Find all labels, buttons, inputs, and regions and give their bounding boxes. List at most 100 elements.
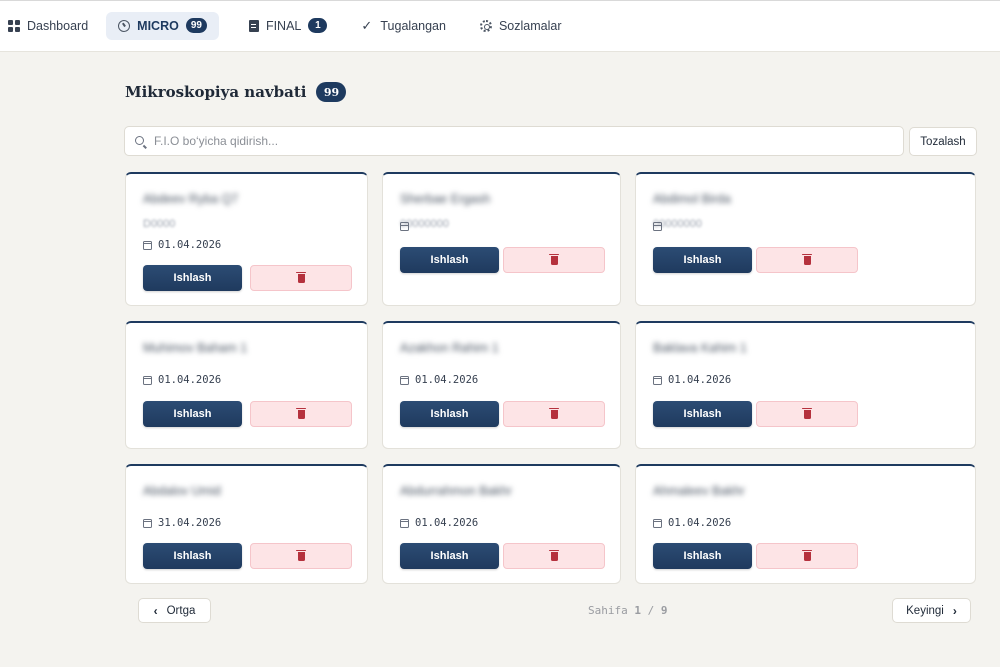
page-title: Mikroskopiya navbati 99 (125, 82, 347, 102)
patient-card: Baklava Kahim 1 01.04.2026 Ishlash (635, 321, 976, 449)
patient-name: Abdimol Birda (653, 192, 731, 206)
visit-date: 01.04.2026 (653, 374, 731, 386)
nav-micro-count-badge: 99 (185, 18, 207, 33)
patient-id: D0000 (143, 218, 176, 230)
gear-icon (479, 19, 492, 32)
visit-date-text: 01.04.2026 (158, 239, 222, 251)
patient-name: Azakhon Rahim 1 (400, 341, 499, 355)
process-button[interactable]: Ishlash (400, 543, 499, 569)
process-button[interactable]: Ishlash (143, 543, 242, 569)
grid-icon (8, 19, 20, 32)
process-button[interactable]: Ishlash (400, 401, 499, 427)
calendar-icon (653, 518, 662, 528)
visit-date-text: 01.04.2026 (668, 517, 732, 529)
visit-date-text: 01.04.2026 (415, 517, 479, 529)
trash-icon (296, 271, 306, 283)
trash-icon (802, 253, 812, 265)
patient-card: Sherbae Ergash 00000000 Ishlash (382, 172, 621, 306)
patient-name: Sherbae Ergash (400, 192, 491, 206)
patient-name: Abdurrahmon Bakhr (400, 484, 512, 498)
calendar-icon (653, 375, 662, 385)
document-icon (248, 19, 259, 32)
trash-icon (549, 407, 559, 419)
visit-date: 01.04.2026 (400, 517, 478, 529)
trash-icon (296, 549, 306, 561)
delete-button[interactable] (503, 543, 605, 569)
previous-page-label: Ortga (166, 604, 196, 617)
patient-card: Abdurrahmon Bakhr 01.04.2026 Ishlash (382, 464, 621, 584)
nav-final-label: FINAL (265, 18, 302, 33)
nav-dashboard[interactable]: Dashboard (4, 12, 92, 40)
total-pages: 9 (660, 604, 668, 617)
process-button[interactable]: Ishlash (653, 247, 752, 273)
visit-date: 01.04.2026 (143, 374, 221, 386)
check-icon: ✓ (361, 17, 373, 33)
delete-button[interactable] (756, 247, 858, 273)
clear-search-button[interactable]: Tozalash (909, 127, 977, 156)
gauge-icon (118, 19, 131, 32)
calendar-icon (143, 375, 152, 385)
previous-page-button[interactable]: ‹ Ortga (138, 598, 211, 623)
nav-micro-label: MICRO (137, 18, 179, 33)
calendar-icon (143, 518, 152, 528)
calendar-icon (143, 240, 152, 250)
nav-micro[interactable]: MICRO 99 (106, 11, 219, 40)
process-button[interactable]: Ishlash (653, 543, 752, 569)
nav-completed[interactable]: ✓ Tugalangan (357, 12, 450, 40)
delete-button[interactable] (250, 543, 352, 569)
search-icon (135, 135, 144, 145)
search-box (124, 126, 904, 156)
nav-final[interactable]: FINAL 1 (245, 12, 331, 40)
visit-date-text: 31.04.2026 (158, 517, 222, 529)
trash-icon (296, 407, 306, 419)
patient-name: Ahmaleev Bakhr (653, 484, 745, 498)
nav-settings-label: Sozlamalar (498, 18, 562, 33)
chevron-right-icon: › (952, 603, 957, 618)
trash-icon (802, 407, 812, 419)
delete-button[interactable] (756, 543, 858, 569)
patient-name: Abdeev Ryba Q7 (143, 192, 239, 206)
nav-completed-label: Tugalangan (380, 18, 446, 33)
patient-card: Muhimov Baham 1 01.04.2026 Ishlash (125, 321, 368, 449)
page-indicator: Sahifa 1 / 9 (588, 604, 668, 617)
process-button[interactable]: Ishlash (143, 265, 242, 291)
delete-button[interactable] (250, 265, 352, 291)
nav-dashboard-label: Dashboard (27, 18, 89, 33)
patient-name: Baklava Kahim 1 (653, 341, 747, 355)
calendar-icon (400, 518, 409, 528)
trash-icon (549, 253, 559, 265)
delete-button[interactable] (250, 401, 352, 427)
delete-button[interactable] (756, 401, 858, 427)
page-title-text: Mikroskopiya navbati (125, 83, 307, 101)
calendar-icon (400, 222, 409, 231)
visit-date-text: 01.04.2026 (668, 374, 732, 386)
patient-name: Muhimov Baham 1 (143, 341, 248, 355)
patient-card: Abdalov Umid 31.04.2026 Ishlash (125, 464, 368, 584)
next-page-label: Keyingi (906, 604, 944, 617)
nav-settings[interactable]: Sozlamalar (476, 12, 566, 40)
page-word: Sahifa (588, 604, 628, 617)
patient-card: Ahmaleev Bakhr 01.04.2026 Ishlash (635, 464, 976, 584)
calendar-icon (653, 222, 662, 231)
visit-date-text: 01.04.2026 (415, 374, 479, 386)
process-button[interactable]: Ishlash (143, 401, 242, 427)
process-button[interactable]: Ishlash (400, 247, 499, 273)
patient-card: Abdeev Ryba Q7 D0000 01.04.2026 Ishlash (125, 172, 368, 306)
queue-count-badge: 99 (316, 82, 347, 102)
trash-icon (802, 549, 812, 561)
next-page-button[interactable]: Keyingi › (892, 598, 971, 623)
top-navigation: Dashboard MICRO 99 FINAL 1 ✓ Tugalangan … (0, 0, 1000, 52)
delete-button[interactable] (503, 247, 605, 273)
nav-final-count-badge: 1 (308, 18, 328, 33)
visit-date-text: 01.04.2026 (158, 374, 222, 386)
search-input[interactable] (154, 134, 854, 148)
trash-icon (549, 549, 559, 561)
patient-name: Abdalov Umid (143, 484, 221, 498)
calendar-icon (400, 375, 409, 385)
process-button[interactable]: Ishlash (653, 401, 752, 427)
patient-card: Azakhon Rahim 1 01.04.2026 Ishlash (382, 321, 621, 449)
visit-date: 01.04.2026 (653, 517, 731, 529)
chevron-left-icon: ‹ (153, 603, 158, 618)
delete-button[interactable] (503, 401, 605, 427)
visit-date: 01.04.2026 (143, 239, 221, 251)
